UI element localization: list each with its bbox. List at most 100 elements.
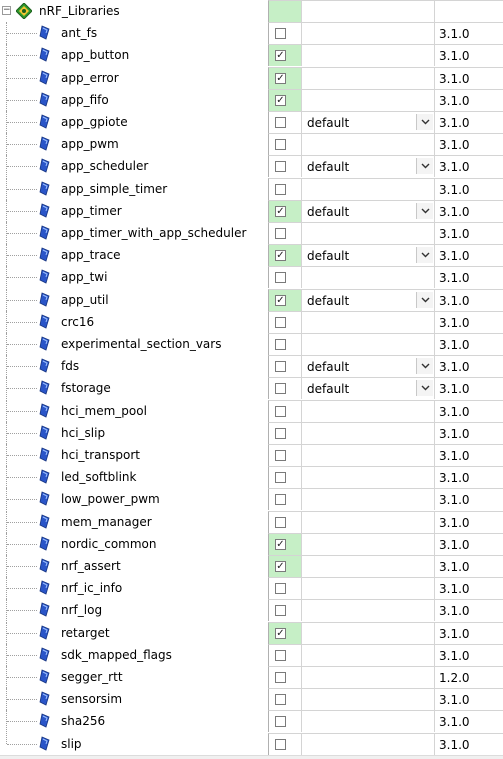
tree-connector xyxy=(7,122,37,123)
select-checkbox[interactable]: ✓ xyxy=(275,50,286,61)
select-checkbox[interactable] xyxy=(275,650,286,661)
select-checkbox[interactable] xyxy=(275,605,286,616)
select-checkbox[interactable] xyxy=(275,494,286,505)
component-row[interactable]: experimental_section_vars 3.1.0 xyxy=(0,333,503,355)
component-row[interactable]: ant_fs 3.1.0 xyxy=(0,22,503,44)
component-row[interactable]: app_error ✓ 3.1.0 xyxy=(0,67,503,89)
component-row[interactable]: nrf_ic_info 3.1.0 xyxy=(0,577,503,599)
component-row[interactable]: fds default 3.1.0 xyxy=(0,355,503,377)
select-checkbox[interactable] xyxy=(275,517,286,528)
variant-dropdown-button[interactable] xyxy=(416,380,433,396)
select-checkbox[interactable] xyxy=(275,184,286,195)
variant-cell[interactable]: default xyxy=(302,377,435,399)
variant-cell[interactable]: default xyxy=(302,111,435,133)
component-row[interactable]: app_trace ✓ default 3.1.0 xyxy=(0,244,503,266)
select-checkbox[interactable] xyxy=(275,339,286,350)
select-checkbox[interactable]: ✓ xyxy=(275,628,286,639)
component-row[interactable]: sensorsim 3.1.0 xyxy=(0,688,503,710)
select-checkbox[interactable] xyxy=(275,472,286,483)
tree-cell: nrf_log xyxy=(0,599,268,621)
variant-dropdown-button[interactable] xyxy=(416,158,433,174)
tree-connector xyxy=(7,55,37,56)
component-row[interactable]: hci_slip 3.1.0 xyxy=(0,422,503,444)
horizontal-scrollbar[interactable] xyxy=(0,755,503,759)
component-row[interactable]: segger_rtt 1.2.0 xyxy=(0,666,503,688)
select-checkbox[interactable]: ✓ xyxy=(275,73,286,84)
component-row[interactable]: app_pwm 3.1.0 xyxy=(0,133,503,155)
variant-cell[interactable]: default xyxy=(302,244,435,266)
root-row[interactable]: − nRF_Libraries xyxy=(0,0,503,22)
component-row[interactable]: app_timer ✓ default 3.1.0 xyxy=(0,200,503,222)
select-cell xyxy=(268,710,302,732)
component-row[interactable]: nrf_log 3.1.0 xyxy=(0,599,503,621)
component-row[interactable]: app_timer_with_app_scheduler 3.1.0 xyxy=(0,222,503,244)
select-checkbox[interactable]: ✓ xyxy=(275,206,286,217)
component-row[interactable]: sdk_mapped_flags 3.1.0 xyxy=(0,644,503,666)
select-checkbox[interactable] xyxy=(275,317,286,328)
component-row[interactable]: hci_transport 3.1.0 xyxy=(0,444,503,466)
select-checkbox[interactable] xyxy=(275,428,286,439)
component-row[interactable]: retarget ✓ 3.1.0 xyxy=(0,622,503,644)
variant-dropdown-button[interactable] xyxy=(416,114,433,130)
select-checkbox[interactable] xyxy=(275,450,286,461)
component-row[interactable]: app_button ✓ 3.1.0 xyxy=(0,44,503,66)
tree-connector xyxy=(7,699,37,700)
component-name: led_softblink xyxy=(61,470,137,484)
version-cell: 3.1.0 xyxy=(435,377,503,399)
component-row[interactable]: hci_mem_pool 3.1.0 xyxy=(0,400,503,422)
variant-dropdown-button[interactable] xyxy=(416,247,433,263)
component-version: 3.1.0 xyxy=(439,316,470,330)
component-row[interactable]: nrf_assert ✓ 3.1.0 xyxy=(0,555,503,577)
component-row[interactable]: app_util ✓ default 3.1.0 xyxy=(0,289,503,311)
component-row[interactable]: app_twi 3.1.0 xyxy=(0,266,503,288)
select-checkbox[interactable]: ✓ xyxy=(275,250,286,261)
select-cell: ✓ xyxy=(268,555,302,577)
component-row[interactable]: crc16 3.1.0 xyxy=(0,311,503,333)
select-checkbox[interactable] xyxy=(275,272,286,283)
component-row[interactable]: app_simple_timer 3.1.0 xyxy=(0,178,503,200)
component-row[interactable]: app_gpiote default 3.1.0 xyxy=(0,111,503,133)
component-row[interactable]: led_softblink 3.1.0 xyxy=(0,466,503,488)
variant-dropdown-button[interactable] xyxy=(416,203,433,219)
component-row[interactable]: app_scheduler default 3.1.0 xyxy=(0,155,503,177)
select-checkbox[interactable] xyxy=(275,406,286,417)
select-checkbox[interactable] xyxy=(275,139,286,150)
tree-connector xyxy=(7,300,37,301)
select-checkbox[interactable] xyxy=(275,716,286,727)
select-checkbox[interactable] xyxy=(275,383,286,394)
root-tree-cell: − nRF_Libraries xyxy=(0,0,268,22)
select-checkbox[interactable] xyxy=(275,28,286,39)
select-checkbox[interactable]: ✓ xyxy=(275,561,286,572)
component-row[interactable]: app_fifo ✓ 3.1.0 xyxy=(0,89,503,111)
select-checkbox[interactable] xyxy=(275,117,286,128)
component-version: 3.1.0 xyxy=(439,405,470,419)
variant-cell[interactable]: default xyxy=(302,289,435,311)
select-checkbox[interactable]: ✓ xyxy=(275,95,286,106)
select-checkbox[interactable] xyxy=(275,739,286,750)
variant-cell[interactable]: default xyxy=(302,355,435,377)
component-row[interactable]: mem_manager 3.1.0 xyxy=(0,511,503,533)
select-checkbox[interactable] xyxy=(275,583,286,594)
select-checkbox[interactable] xyxy=(275,228,286,239)
component-version: 3.1.0 xyxy=(439,627,470,641)
select-checkbox[interactable] xyxy=(275,694,286,705)
variant-dropdown-button[interactable] xyxy=(416,358,433,374)
component-row[interactable]: slip 3.1.0 xyxy=(0,733,503,755)
component-row[interactable]: nordic_common ✓ 3.1.0 xyxy=(0,533,503,555)
select-checkbox[interactable] xyxy=(275,672,286,683)
select-checkbox[interactable] xyxy=(275,161,286,172)
select-checkbox[interactable] xyxy=(275,361,286,372)
version-cell: 3.1.0 xyxy=(435,710,503,732)
variant-dropdown-button[interactable] xyxy=(416,292,433,308)
tree-connector xyxy=(7,166,37,167)
component-row[interactable]: low_power_pwm 3.1.0 xyxy=(0,488,503,510)
collapse-minus-icon[interactable]: − xyxy=(2,6,11,15)
select-checkbox[interactable]: ✓ xyxy=(275,539,286,550)
version-cell: 3.1.0 xyxy=(435,89,503,111)
variant-cell[interactable]: default xyxy=(302,155,435,177)
component-row[interactable]: sha256 3.1.0 xyxy=(0,710,503,732)
tree-cell: app_pwm xyxy=(0,133,268,155)
variant-cell[interactable]: default xyxy=(302,200,435,222)
select-checkbox[interactable]: ✓ xyxy=(275,295,286,306)
component-row[interactable]: fstorage default 3.1.0 xyxy=(0,377,503,399)
